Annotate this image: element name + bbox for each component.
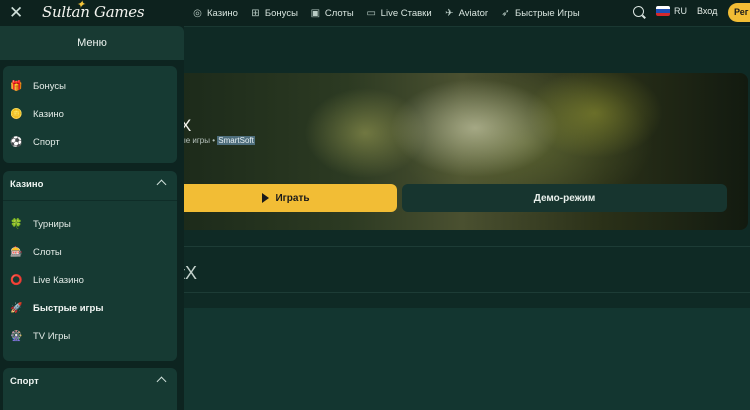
sidebar-item-casino[interactable]: 🪙 Казино [10, 108, 64, 121]
logo[interactable]: Sultan Games ✦ [42, 0, 145, 21]
sidebar-item-slots[interactable]: 🎰 Слоты [10, 246, 62, 259]
sidebar-item-fast-games[interactable]: 🚀 Быстрые игры [10, 302, 103, 315]
game-details-panel [175, 308, 750, 410]
nav-fast-games[interactable]: ➶ Быстрые Игры [500, 7, 579, 19]
clover-icon: 🍀 [10, 219, 23, 230]
sidebar-item-sport[interactable]: ⚽ Спорт [10, 136, 59, 149]
nav-casino[interactable]: ◎ Казино [192, 8, 238, 19]
gift-icon: ⊞ [251, 7, 260, 19]
game-meta: ые игры • SmartSoft [180, 136, 255, 145]
menu-header: Меню [0, 26, 184, 60]
divider [175, 292, 750, 293]
football-icon: ⚽ [10, 137, 23, 148]
section-title-casino[interactable]: Казино [10, 179, 43, 190]
play-button[interactable]: Играть [175, 184, 397, 212]
provider-link[interactable]: SmartSoft [217, 136, 255, 145]
top-nav: ◎ Казино ⊞ Бонусы ▣ Слоты ▭ Live Ставки ✈ Avi… [192, 0, 592, 26]
register-button[interactable]: Рег [728, 3, 750, 22]
star-icon: ✦ [76, 0, 85, 11]
divider [3, 200, 177, 201]
live-bets-icon: ▭ [366, 7, 376, 19]
nav-bonuses[interactable]: ⊞ Бонусы [250, 8, 298, 19]
tv-wheel-icon: 🎡 [10, 331, 23, 342]
sidebar-casino-section: Казино 🍀 Турниры 🎰 Слоты ⭕ Live Казино 🚀 Быс… [3, 171, 177, 361]
nav-live-bets[interactable]: ▭ Live Ставки [366, 7, 431, 19]
roulette-icon: ⭕ [10, 275, 23, 286]
language-selector[interactable]: RU [674, 6, 687, 16]
casino-chip-icon: ◎ [193, 7, 202, 19]
sidebar-item-tv-games[interactable]: 🎡 TV Игры [10, 330, 70, 343]
close-icon[interactable]: ✕ [9, 4, 23, 22]
slots-icon: ▣ [310, 7, 321, 19]
rocket-icon: ➶ [501, 7, 510, 19]
sidebar-item-live-casino[interactable]: ⭕ Live Казино [10, 274, 84, 287]
sidebar-main-card: 🎁 Бонусы 🪙 Казино ⚽ Спорт [3, 66, 177, 163]
chevron-up-icon[interactable] [156, 179, 167, 190]
gift-icon: 🎁 [10, 81, 23, 92]
chevron-up-icon[interactable] [156, 376, 167, 387]
divider [175, 246, 750, 247]
demo-mode-button[interactable]: Демо-режим [402, 184, 727, 212]
section-title-sport[interactable]: Спорт [10, 376, 39, 387]
russia-flag-icon[interactable] [656, 6, 670, 16]
top-bar: ✕ Sultan Games ✦ ◎ Казино ⊞ Бонусы ▣ Слоты ▭… [0, 0, 750, 27]
nav-slots[interactable]: ▣ Слоты [310, 8, 354, 19]
casino-chip-icon: 🪙 [10, 109, 23, 120]
play-icon [262, 193, 270, 203]
sidebar-item-tournaments[interactable]: 🍀 Турниры [10, 218, 71, 231]
search-icon[interactable] [633, 6, 644, 17]
sidebar-sport-section: Спорт [3, 368, 177, 410]
sidebar-item-bonuses[interactable]: 🎁 Бонусы [10, 80, 66, 93]
plane-icon: ✈ [444, 7, 454, 19]
slot-machine-icon: 🎰 [10, 247, 23, 258]
rocket-icon: 🚀 [10, 303, 23, 314]
nav-aviator[interactable]: ✈ Aviator [444, 8, 488, 19]
login-button[interactable]: Вход [697, 6, 717, 16]
